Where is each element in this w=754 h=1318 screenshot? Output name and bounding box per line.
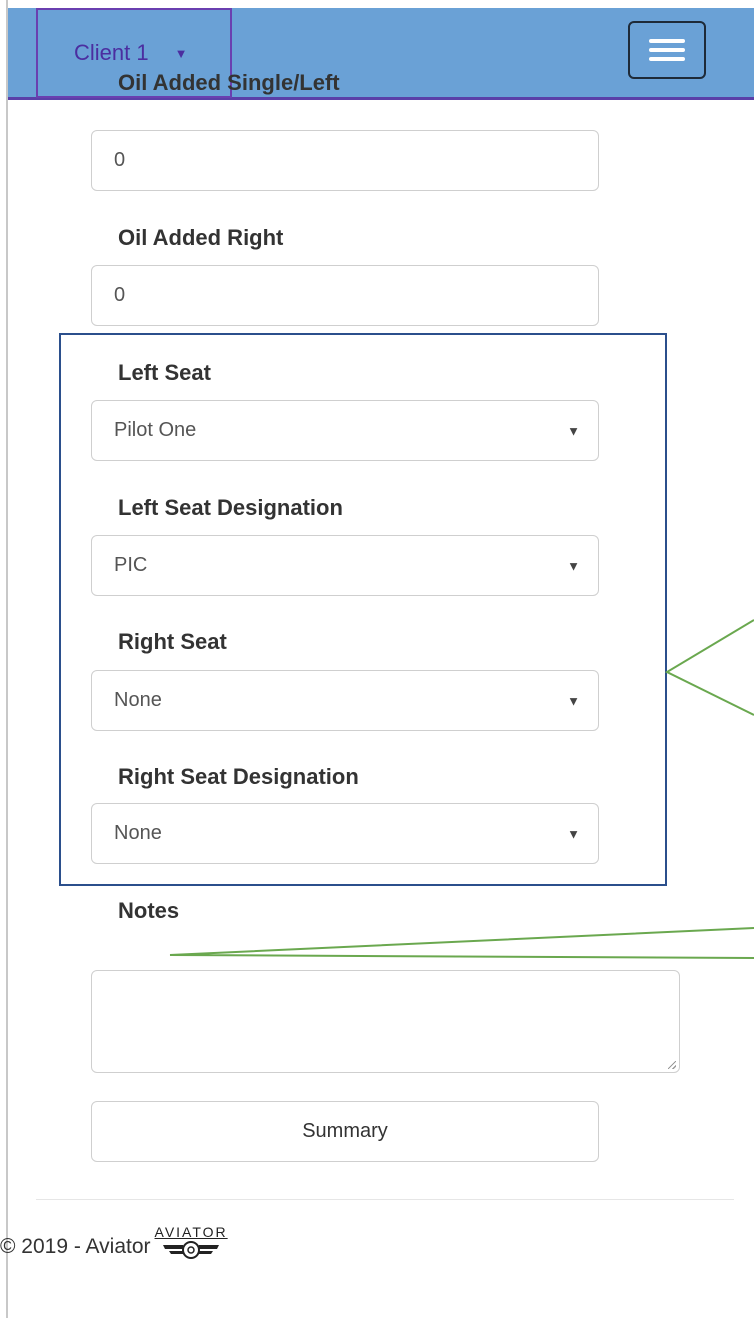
oil-added-left-value: 0 bbox=[114, 149, 126, 171]
right-seat-designation-label: Right Seat Designation bbox=[118, 764, 359, 789]
chevron-down-icon: ▼ bbox=[567, 423, 580, 438]
oil-added-right-value: 0 bbox=[114, 284, 126, 306]
oil-added-left-input[interactable]: 0 bbox=[91, 130, 599, 191]
summary-button-label: Summary bbox=[302, 1120, 388, 1142]
left-seat-designation-value: PIC bbox=[114, 554, 148, 576]
notes-textarea[interactable] bbox=[91, 970, 680, 1073]
right-seat-designation-value: None bbox=[114, 822, 162, 844]
chevron-down-icon: ▼ bbox=[567, 826, 580, 841]
left-seat-designation-label: Left Seat Designation bbox=[118, 495, 343, 520]
right-seat-designation-select[interactable]: None ▼ bbox=[91, 803, 599, 864]
summary-button[interactable]: Summary bbox=[91, 1101, 599, 1162]
oil-added-right-input[interactable]: 0 bbox=[91, 265, 599, 326]
right-seat-label: Right Seat bbox=[118, 629, 227, 654]
oil-added-right-label: Oil Added Right bbox=[118, 225, 284, 250]
aviator-logo: AVIATOR bbox=[155, 1225, 228, 1261]
wings-icon bbox=[163, 1241, 220, 1259]
right-seat-value: None bbox=[114, 689, 162, 711]
menu-toggle-button[interactable] bbox=[628, 21, 706, 79]
left-seat-designation-select[interactable]: PIC ▼ bbox=[91, 535, 599, 596]
resize-grip-icon[interactable] bbox=[668, 1061, 676, 1069]
left-seat-label: Left Seat bbox=[118, 360, 211, 385]
footer-divider bbox=[36, 1199, 734, 1200]
client-dropdown-label: Client 1 bbox=[74, 40, 149, 65]
hamburger-icon-bar-bottom bbox=[649, 57, 685, 61]
page-left-border bbox=[6, 0, 8, 1318]
notes-label: Notes bbox=[118, 898, 180, 923]
left-seat-select[interactable]: Pilot One ▼ bbox=[91, 400, 599, 461]
hamburger-icon-bar-top bbox=[649, 39, 685, 43]
hamburger-icon-bar-middle bbox=[649, 48, 685, 52]
chevron-down-icon: ▼ bbox=[567, 558, 580, 573]
left-seat-value: Pilot One bbox=[114, 419, 197, 441]
oil-added-left-label: Oil Added Single/Left bbox=[118, 70, 340, 95]
aviator-logo-text: AVIATOR bbox=[154, 1224, 228, 1240]
annotation-arrow-notes bbox=[169, 927, 754, 959]
footer: © 2019 - Aviator AVIATOR bbox=[0, 1222, 228, 1272]
chevron-down-icon: ▼ bbox=[174, 45, 188, 61]
chevron-down-icon: ▼ bbox=[567, 693, 580, 708]
footer-copyright: © 2019 - Aviator bbox=[0, 1235, 151, 1258]
right-seat-select[interactable]: None ▼ bbox=[91, 670, 599, 731]
annotation-arrow-seats bbox=[664, 619, 754, 716]
